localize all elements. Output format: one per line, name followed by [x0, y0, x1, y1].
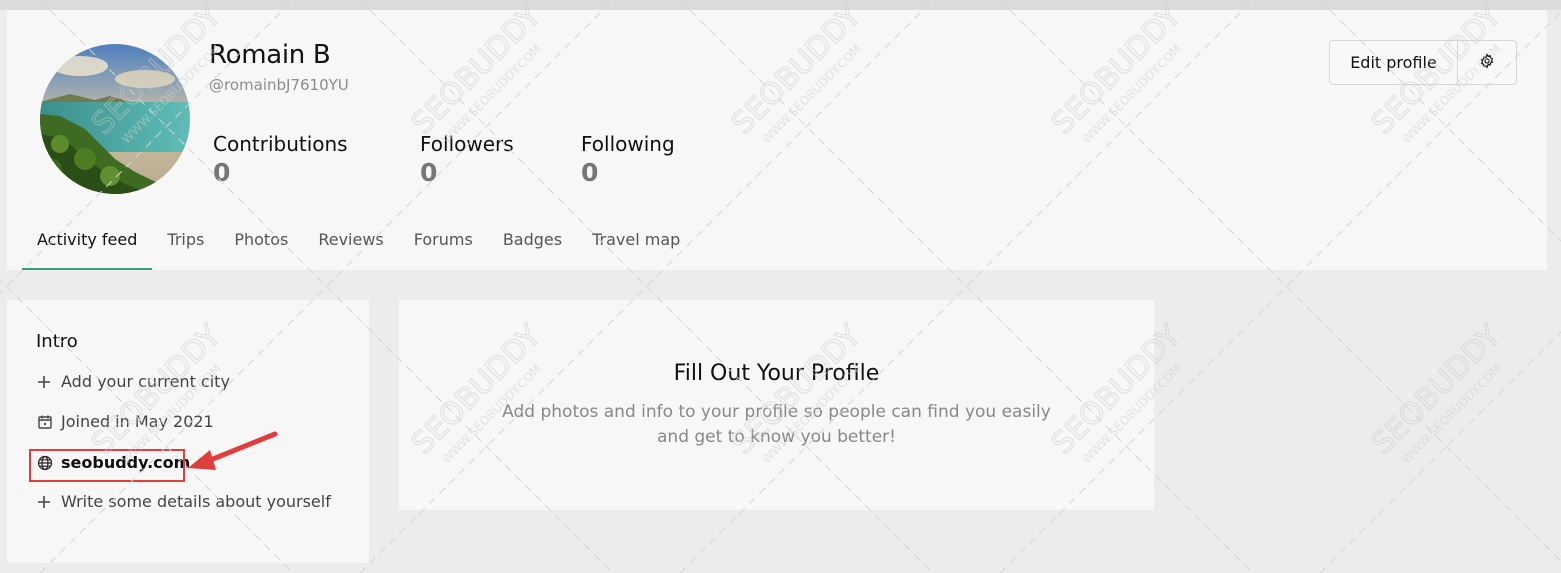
edit-profile-button[interactable]: Edit profile: [1330, 41, 1458, 84]
fill-profile-title: Fill Out Your Profile: [673, 361, 880, 386]
plus-icon: [37, 375, 55, 389]
tab-forums[interactable]: Forums: [399, 226, 488, 270]
profile-handle: @romainbJ7610YU: [209, 76, 349, 94]
avatar-image: [40, 44, 190, 194]
fill-profile-card: Fill Out Your Profile Add photos and inf…: [399, 300, 1154, 510]
stat-label: Contributions: [213, 132, 348, 156]
stat-label: Following: [581, 132, 675, 156]
stat-following[interactable]: Following 0: [581, 132, 675, 187]
profile-name: Romain B: [209, 40, 331, 70]
stat-label: Followers: [420, 132, 514, 156]
annotation-arrow: [188, 431, 278, 470]
stat-contributions[interactable]: Contributions 0: [213, 132, 348, 187]
website-highlight-box: [29, 449, 185, 482]
add-city-label: Add your current city: [61, 372, 230, 391]
add-city-link[interactable]: Add your current city: [37, 372, 230, 391]
tab-trips[interactable]: Trips: [152, 226, 219, 270]
profile-header: Romain B @romainbJ7610YU Contributions 0…: [7, 10, 1547, 270]
top-band: [0, 0, 1561, 10]
tab-reviews[interactable]: Reviews: [303, 226, 398, 270]
profile-actions: Edit profile: [1329, 40, 1517, 85]
plus-icon: [37, 495, 55, 509]
write-details-link[interactable]: Write some details about yourself: [37, 492, 331, 511]
profile-tabs: Activity feed Trips Photos Reviews Forum…: [22, 226, 695, 270]
watermark-brand: SEOBUDDY: [1365, 318, 1508, 461]
write-details-label: Write some details about yourself: [61, 492, 331, 511]
stat-value: 0: [420, 158, 438, 187]
tab-badges[interactable]: Badges: [488, 226, 577, 270]
avatar[interactable]: [40, 44, 190, 194]
tab-travel-map[interactable]: Travel map: [577, 226, 695, 270]
stat-followers[interactable]: Followers 0: [420, 132, 514, 187]
fill-profile-text: Add photos and info to your profile so p…: [502, 402, 1051, 447]
tab-photos[interactable]: Photos: [219, 226, 303, 270]
tab-activity-feed[interactable]: Activity feed: [22, 226, 153, 270]
stat-value: 0: [581, 158, 599, 187]
watermark-url: WWW.SEOBUDDY.COM: [1399, 362, 1504, 467]
gear-icon: [1479, 52, 1495, 73]
calendar-icon: [37, 414, 55, 430]
settings-button[interactable]: [1458, 41, 1516, 84]
intro-title: Intro: [36, 331, 78, 352]
stat-value: 0: [213, 158, 231, 187]
watermark-tile: SEOBUDDYWWW.SEOBUDDY.COM: [1365, 318, 1509, 467]
